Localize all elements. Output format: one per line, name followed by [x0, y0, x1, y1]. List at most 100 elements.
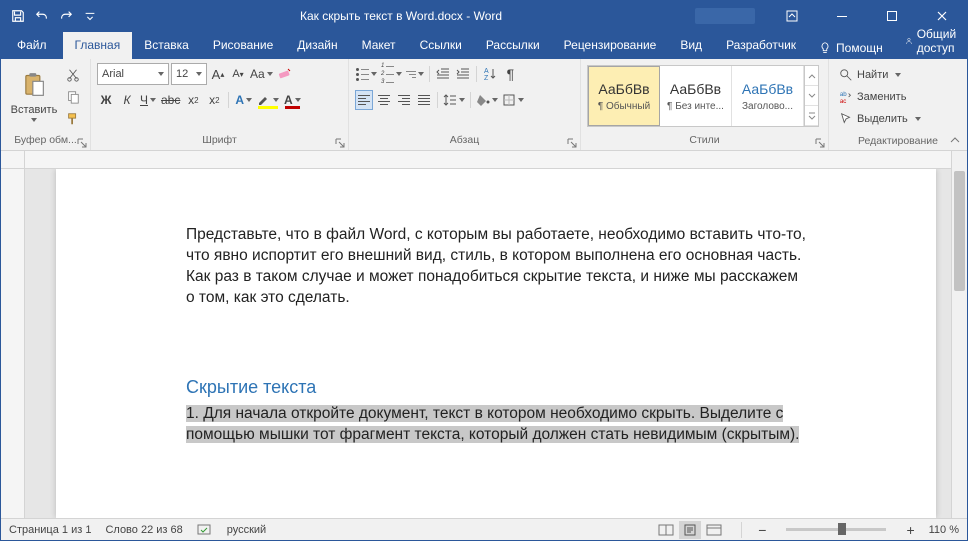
tab-developer[interactable]: Разработчик: [714, 32, 808, 59]
cursor-icon: [839, 112, 853, 126]
align-right-button[interactable]: [395, 90, 413, 110]
strikethrough-button[interactable]: abc: [160, 90, 181, 110]
tab-view[interactable]: Вид: [668, 32, 714, 59]
collapse-ribbon-button[interactable]: [947, 132, 963, 148]
zoom-slider-thumb[interactable]: [838, 523, 846, 535]
quick-access-toolbar: [1, 5, 107, 27]
multilevel-list-button[interactable]: [405, 64, 425, 84]
zoom-out-button[interactable]: −: [758, 522, 766, 538]
font-color-button[interactable]: A: [283, 90, 302, 110]
align-justify-button[interactable]: [415, 90, 433, 110]
tab-insert[interactable]: Вставка: [132, 32, 201, 59]
tell-me-search[interactable]: Помощн: [808, 41, 893, 59]
save-icon[interactable]: [7, 5, 29, 27]
change-case-button[interactable]: Aa: [249, 64, 274, 84]
superscript-button[interactable]: x2: [205, 90, 223, 110]
horizontal-ruler[interactable]: [25, 151, 951, 169]
titlebar: Как скрыть текст в Word.docx - Word: [1, 1, 967, 31]
account-placeholder[interactable]: [695, 8, 755, 24]
dialog-launcher-icon[interactable]: [567, 138, 577, 148]
qat-customize-icon[interactable]: [79, 5, 101, 27]
borders-button[interactable]: [501, 90, 525, 110]
selected-text[interactable]: 1. Для начала откройте документ, текст в…: [186, 405, 799, 443]
style-no-spacing[interactable]: АаБбВв ¶ Без инте...: [660, 66, 732, 126]
body-paragraph-1[interactable]: Представьте, что в файл Word, с которым …: [186, 225, 806, 309]
vertical-scrollbar[interactable]: [951, 151, 967, 518]
italic-button[interactable]: К: [118, 90, 136, 110]
tab-layout[interactable]: Макет: [350, 32, 408, 59]
copy-button[interactable]: [63, 87, 83, 107]
tab-file[interactable]: Файл: [1, 32, 63, 59]
group-styles-label: Стили: [581, 134, 828, 150]
status-word-count[interactable]: Слово 22 из 68: [105, 524, 182, 536]
tab-draw[interactable]: Рисование: [201, 32, 285, 59]
zoom-slider[interactable]: [786, 528, 886, 531]
styles-expand[interactable]: [805, 106, 818, 126]
vertical-ruler[interactable]: [1, 169, 25, 518]
status-language[interactable]: русский: [227, 524, 266, 536]
scrollbar-thumb[interactable]: [954, 171, 965, 291]
subscript-button[interactable]: x2: [184, 90, 202, 110]
share-button[interactable]: Общий доступ: [893, 27, 968, 59]
align-center-button[interactable]: [375, 90, 393, 110]
tab-mailings[interactable]: Рассылки: [474, 32, 552, 59]
replace-button[interactable]: abac Заменить: [839, 87, 921, 107]
show-paragraph-marks-button[interactable]: ¶: [501, 64, 519, 84]
align-left-button[interactable]: [355, 90, 373, 110]
status-page[interactable]: Страница 1 из 1: [9, 524, 91, 536]
shading-button[interactable]: [475, 90, 499, 110]
ribbon-options-icon[interactable]: [769, 1, 815, 31]
style-heading1[interactable]: АаБбВв Заголово...: [732, 66, 804, 126]
decrease-indent-button[interactable]: [434, 64, 452, 84]
zoom-in-button[interactable]: +: [906, 522, 914, 538]
tab-design[interactable]: Дизайн: [285, 32, 349, 59]
redo-icon[interactable]: [55, 5, 77, 27]
format-painter-button[interactable]: [63, 109, 83, 129]
bold-button[interactable]: Ж: [97, 90, 115, 110]
paste-label: Вставить: [11, 104, 58, 116]
cut-button[interactable]: [63, 65, 83, 85]
view-web-layout[interactable]: [703, 521, 725, 539]
window-title: Как скрыть текст в Word.docx - Word: [107, 9, 695, 23]
line-spacing-button[interactable]: [442, 90, 466, 110]
heading-text[interactable]: Скрытие текста: [186, 377, 806, 398]
view-print-layout[interactable]: [679, 521, 701, 539]
select-button[interactable]: Выделить: [839, 109, 921, 129]
style-normal[interactable]: АаБбВв ¶ Обычный: [588, 66, 660, 126]
document-page[interactable]: Представьте, что в файл Word, с которым …: [56, 169, 936, 518]
clear-formatting-button[interactable]: [276, 64, 294, 84]
word-window: Как скрыть текст в Word.docx - Word Файл…: [0, 0, 968, 541]
minimize-button[interactable]: [819, 1, 865, 31]
body-paragraph-2[interactable]: 1. Для начала откройте документ, текст в…: [186, 404, 806, 446]
styles-scroll-up[interactable]: [805, 66, 818, 86]
numbering-button[interactable]: 123: [380, 64, 403, 84]
underline-button[interactable]: Ч: [139, 90, 157, 110]
styles-scroll-down[interactable]: [805, 86, 818, 106]
tab-references[interactable]: Ссылки: [408, 32, 474, 59]
tab-home[interactable]: Главная: [63, 32, 133, 59]
bullets-button[interactable]: [355, 64, 378, 84]
search-icon: [839, 68, 853, 82]
zoom-level[interactable]: 110 %: [929, 524, 959, 536]
undo-icon[interactable]: [31, 5, 53, 27]
shrink-font-button[interactable]: A▾: [229, 64, 247, 84]
styles-gallery-scroll: [804, 66, 818, 126]
group-paragraph: 123 AZ ¶: [349, 59, 581, 150]
text-effects-button[interactable]: A: [234, 90, 253, 110]
dialog-launcher-icon[interactable]: [77, 138, 87, 148]
increase-indent-button[interactable]: [454, 64, 472, 84]
status-spellcheck[interactable]: [197, 523, 213, 537]
highlight-button[interactable]: [256, 90, 280, 110]
find-button[interactable]: Найти: [839, 65, 921, 85]
tab-review[interactable]: Рецензирование: [552, 32, 669, 59]
group-styles: АаБбВв ¶ Обычный АаБбВв ¶ Без инте... Аа…: [581, 59, 829, 150]
font-name-combo[interactable]: Arial: [97, 63, 169, 85]
dialog-launcher-icon[interactable]: [335, 138, 345, 148]
grow-font-button[interactable]: A▴: [209, 64, 227, 84]
dialog-launcher-icon[interactable]: [815, 138, 825, 148]
view-read-mode[interactable]: [655, 521, 677, 539]
paste-button[interactable]: Вставить: [5, 63, 63, 129]
font-size-combo[interactable]: 12: [171, 63, 207, 85]
tell-me-label: Помощн: [836, 41, 883, 55]
sort-button[interactable]: AZ: [481, 64, 499, 84]
